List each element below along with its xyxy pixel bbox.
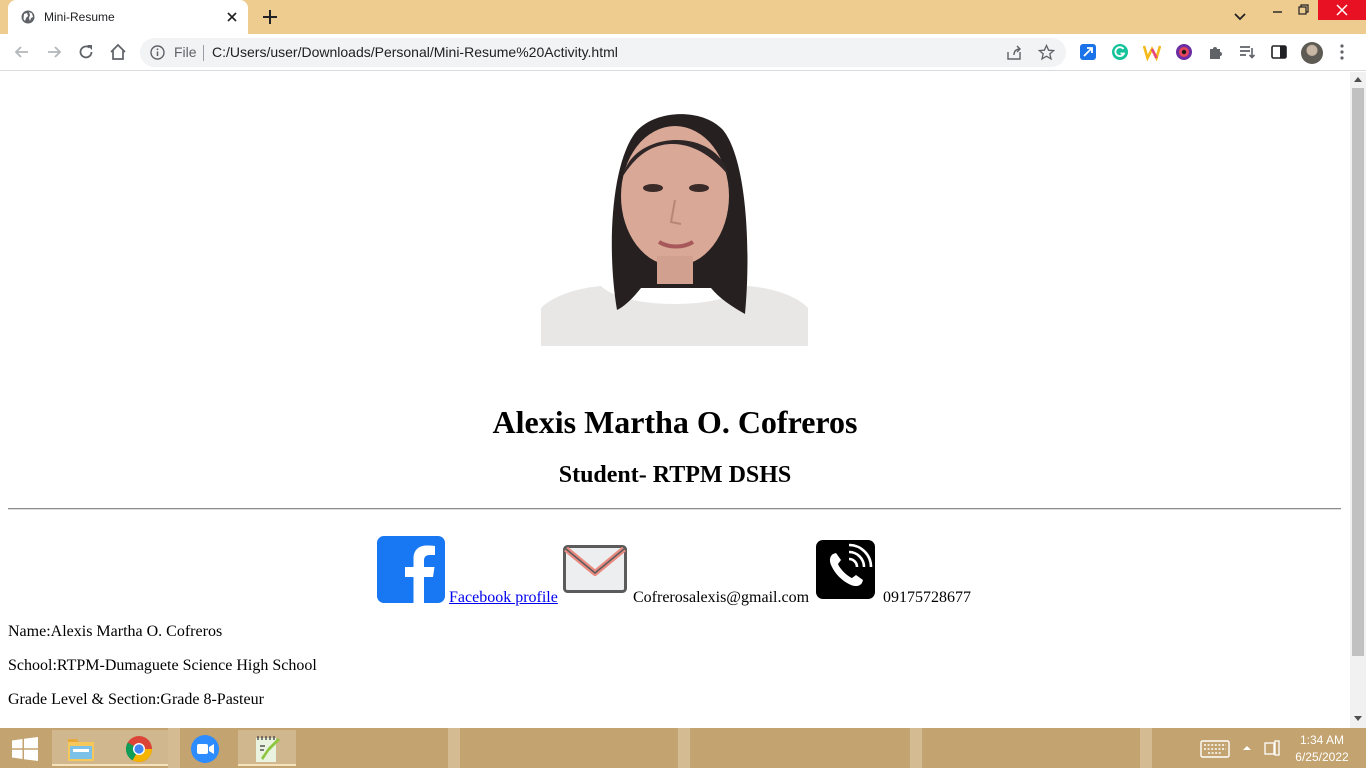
page-viewport: Alexis Martha O. Cofreros Student- RTPM … <box>0 72 1350 728</box>
site-info-icon[interactable] <box>150 45 165 60</box>
zoom-video-icon <box>191 735 219 763</box>
taskbar-separator <box>1140 728 1152 768</box>
tab-search-chevron-icon[interactable] <box>1231 9 1249 25</box>
notepad-plus-plus-icon <box>256 736 280 762</box>
globe-icon <box>21 10 35 24</box>
bookmark-star-icon[interactable] <box>1038 44 1055 61</box>
scroll-up-arrow-icon[interactable] <box>1354 76 1362 82</box>
profile-avatar[interactable] <box>1301 42 1323 64</box>
restore-icon[interactable] <box>1296 2 1312 18</box>
vertical-scrollbar[interactable] <box>1350 72 1366 728</box>
page-subtitle: Student- RTPM DSHS <box>558 462 792 488</box>
tab-title: Mini-Resume <box>44 10 115 24</box>
close-icon <box>1336 4 1348 16</box>
record-icon[interactable] <box>1175 43 1193 61</box>
back-arrow-icon[interactable] <box>12 42 32 62</box>
reload-icon[interactable] <box>76 42 96 62</box>
profile-photo <box>541 100 808 346</box>
reading-list-icon[interactable] <box>1238 43 1256 61</box>
tray-overflow-chevron-icon[interactable] <box>1242 744 1252 752</box>
url-text[interactable]: C:/Users/user/Downloads/Personal/Mini-Re… <box>212 44 618 60</box>
clock-date[interactable]: 6/25/2022 <box>1290 750 1354 764</box>
clock-time[interactable]: 1:34 AM <box>1290 733 1354 747</box>
facebook-icon[interactable] <box>377 536 445 603</box>
minimize-icon[interactable] <box>1270 2 1286 18</box>
extensions-puzzle-icon[interactable] <box>1207 43 1225 61</box>
facebook-profile-link[interactable]: Facebook profile <box>449 589 558 607</box>
taskbar-notepad-plus-plus[interactable] <box>238 730 296 766</box>
windows-taskbar: 1:34 AM 6/25/2022 <box>0 728 1366 768</box>
browser-menu-icon[interactable] <box>1339 42 1345 62</box>
share-icon[interactable] <box>1006 45 1022 61</box>
taskbar-separator <box>448 728 460 768</box>
info-name-line: Name:Alexis Martha O. Cofreros <box>8 623 223 640</box>
horizontal-rule <box>8 508 1341 510</box>
scheme-label: File <box>174 44 197 60</box>
page-title: Alexis Martha O. Cofreros <box>492 404 858 440</box>
address-bar[interactable]: File C:/Users/user/Downloads/Personal/Mi… <box>140 38 1066 67</box>
home-icon[interactable] <box>108 42 128 62</box>
window-close-button[interactable] <box>1318 0 1366 20</box>
grammarly-icon[interactable] <box>1111 43 1129 61</box>
extension-arrow-icon[interactable] <box>1079 43 1097 61</box>
device-icon[interactable] <box>1264 740 1280 756</box>
scrollbar-thumb[interactable] <box>1352 88 1364 656</box>
scroll-down-arrow-icon[interactable] <box>1354 716 1362 722</box>
windows-start-icon[interactable] <box>12 737 38 761</box>
chrome-icon <box>125 736 153 763</box>
taskbar-file-explorer[interactable] <box>52 730 110 766</box>
touch-keyboard-icon[interactable] <box>1200 740 1230 758</box>
taskbar-zoom[interactable] <box>176 730 234 766</box>
info-grade-line: Grade Level & Section:Grade 8-Pasteur <box>8 691 264 708</box>
mail-envelope-icon <box>563 545 627 593</box>
file-explorer-icon <box>68 739 94 761</box>
browser-toolbar: File C:/Users/user/Downloads/Personal/Mi… <box>0 34 1366 71</box>
taskbar-separator <box>678 728 690 768</box>
taskbar-chrome[interactable] <box>110 730 168 766</box>
phone-number: 09175728677 <box>883 589 971 606</box>
omnibox-separator <box>203 45 204 61</box>
email-address: Cofrerosalexis@gmail.com <box>633 589 810 606</box>
forward-arrow-icon[interactable] <box>44 42 64 62</box>
taskbar-separator <box>910 728 922 768</box>
side-panel-icon[interactable] <box>1270 43 1288 61</box>
info-school-line: School:RTPM-Dumaguete Science High Schoo… <box>8 657 317 674</box>
writer-w-icon[interactable] <box>1143 43 1161 61</box>
tab-strip: Mini-Resume <box>0 0 1366 34</box>
phone-icon <box>816 540 875 599</box>
tab-close-icon[interactable] <box>224 9 240 25</box>
browser-tab[interactable]: Mini-Resume <box>8 0 248 34</box>
new-tab-plus-icon[interactable] <box>260 7 280 27</box>
